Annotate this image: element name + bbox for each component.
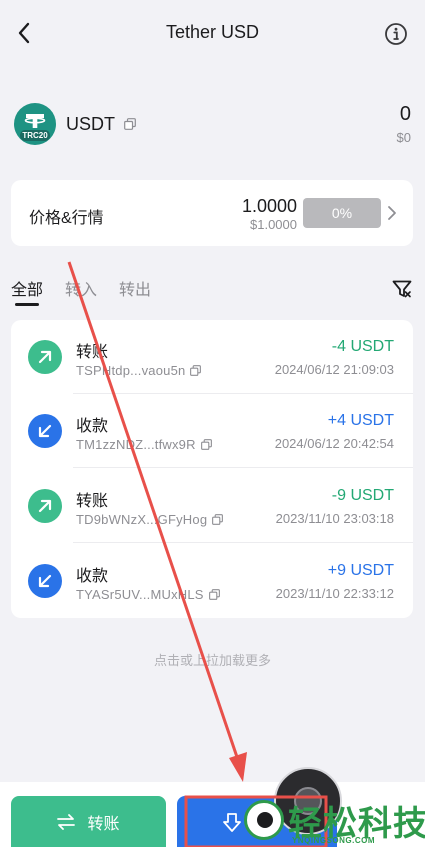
transaction-row[interactable]: 转账 TSPHtdp...vaou5n -4 USDT 2024/06/12 2…: [11, 320, 413, 394]
transaction-amount: +9 USDT: [327, 562, 394, 579]
copy-icon[interactable]: [208, 589, 220, 600]
swap-arrows-icon: [57, 813, 76, 830]
page-title: Tether USD: [165, 22, 260, 42]
divider: [73, 467, 413, 468]
send-arrow-icon: [28, 489, 62, 523]
transaction-tabs: 全部 转入 转出: [11, 272, 413, 312]
price-market-card[interactable]: 价格&行情 1.0000 $1.0000 0%: [11, 180, 413, 246]
transfer-button-label: 转账: [87, 815, 120, 833]
asset-balance-fiat: $0: [396, 130, 411, 145]
transaction-row[interactable]: 转账 TD9bWNzX...GFyHog -9 USDT 2023/11/10 …: [11, 469, 413, 543]
address-text: TYASr5UV...MUxHLS: [76, 587, 204, 602]
transaction-row[interactable]: 收款 TYASr5UV...MUxHLS +9 USDT 2023/11/10 …: [11, 544, 413, 618]
transaction-date: 2024/06/12 20:42:54: [274, 436, 394, 451]
transaction-amount: -9 USDT: [331, 487, 394, 504]
copy-icon[interactable]: [200, 439, 212, 450]
info-circle-icon: [385, 23, 407, 45]
copy-icon[interactable]: [124, 118, 136, 130]
copy-icon[interactable]: [212, 514, 224, 525]
price-label: 价格&行情: [29, 210, 104, 227]
transaction-date: 2023/11/10 23:03:18: [275, 511, 394, 526]
receive-arrow-icon: [28, 414, 62, 448]
copy-icon[interactable]: [190, 365, 202, 376]
transfer-button[interactable]: 转账: [11, 796, 166, 847]
asset-balance: 0: [399, 103, 411, 125]
tab-all[interactable]: 全部: [11, 276, 43, 300]
load-more-hint[interactable]: 点击或上拉加载更多: [0, 650, 425, 669]
transaction-title: 收款: [76, 568, 109, 585]
transaction-date: 2024/06/12 21:09:03: [274, 362, 394, 377]
transaction-address: TD9bWNzX...GFyHog: [76, 512, 224, 527]
price-change-badge: 0%: [303, 198, 381, 228]
receive-arrow-icon: [28, 564, 62, 598]
send-arrow-icon: [28, 340, 62, 374]
transaction-address: TYASr5UV...MUxHLS: [76, 587, 220, 602]
transaction-date: 2023/11/10 22:33:12: [275, 586, 394, 601]
address-text: TM1zzNDZ...tfwx9R: [76, 437, 196, 452]
annotation-arrowhead: [229, 752, 247, 782]
tab-outgoing[interactable]: 转出: [119, 276, 151, 300]
watermark-logo-icon: [244, 800, 284, 840]
download-arrow-icon: [223, 813, 241, 832]
info-button[interactable]: [384, 22, 408, 46]
transaction-address: TSPHtdp...vaou5n: [76, 363, 202, 378]
address-text: TSPHtdp...vaou5n: [76, 363, 186, 378]
divider: [73, 542, 413, 543]
watermark-subtext: YNQINGSONG.COM: [292, 836, 376, 845]
transaction-row[interactable]: 收款 TM1zzNDZ...tfwx9R +4 USDT 2024/06/12 …: [11, 394, 413, 468]
price-fiat: $1.0000: [250, 217, 297, 232]
filter-icon[interactable]: [391, 278, 413, 300]
transaction-amount: -4 USDT: [331, 338, 394, 355]
price-value: 1.0000: [241, 196, 297, 216]
transaction-list: 转账 TSPHtdp...vaou5n -4 USDT 2024/06/12 2…: [11, 320, 413, 618]
transaction-title: 转账: [76, 344, 109, 361]
usdt-token-logo: TRC20: [14, 103, 56, 145]
address-text: TD9bWNzX...GFyHog: [76, 512, 208, 527]
asset-symbol: USDT: [66, 114, 115, 134]
asset-header: TRC20 USDT 0 $0: [14, 103, 411, 149]
transaction-amount: +4 USDT: [327, 412, 394, 429]
transaction-title: 转账: [76, 493, 109, 510]
site-watermark: 轻松科技 YNQINGSONG.COM: [244, 796, 425, 847]
transaction-title: 收款: [76, 418, 109, 435]
chevron-right-icon: [388, 206, 396, 220]
transaction-address: TM1zzNDZ...tfwx9R: [76, 437, 212, 452]
tab-incoming[interactable]: 转入: [65, 276, 97, 300]
network-badge: TRC20: [20, 130, 50, 141]
nav-bar: Tether USD: [0, 0, 425, 66]
active-tab-indicator: [15, 303, 39, 306]
